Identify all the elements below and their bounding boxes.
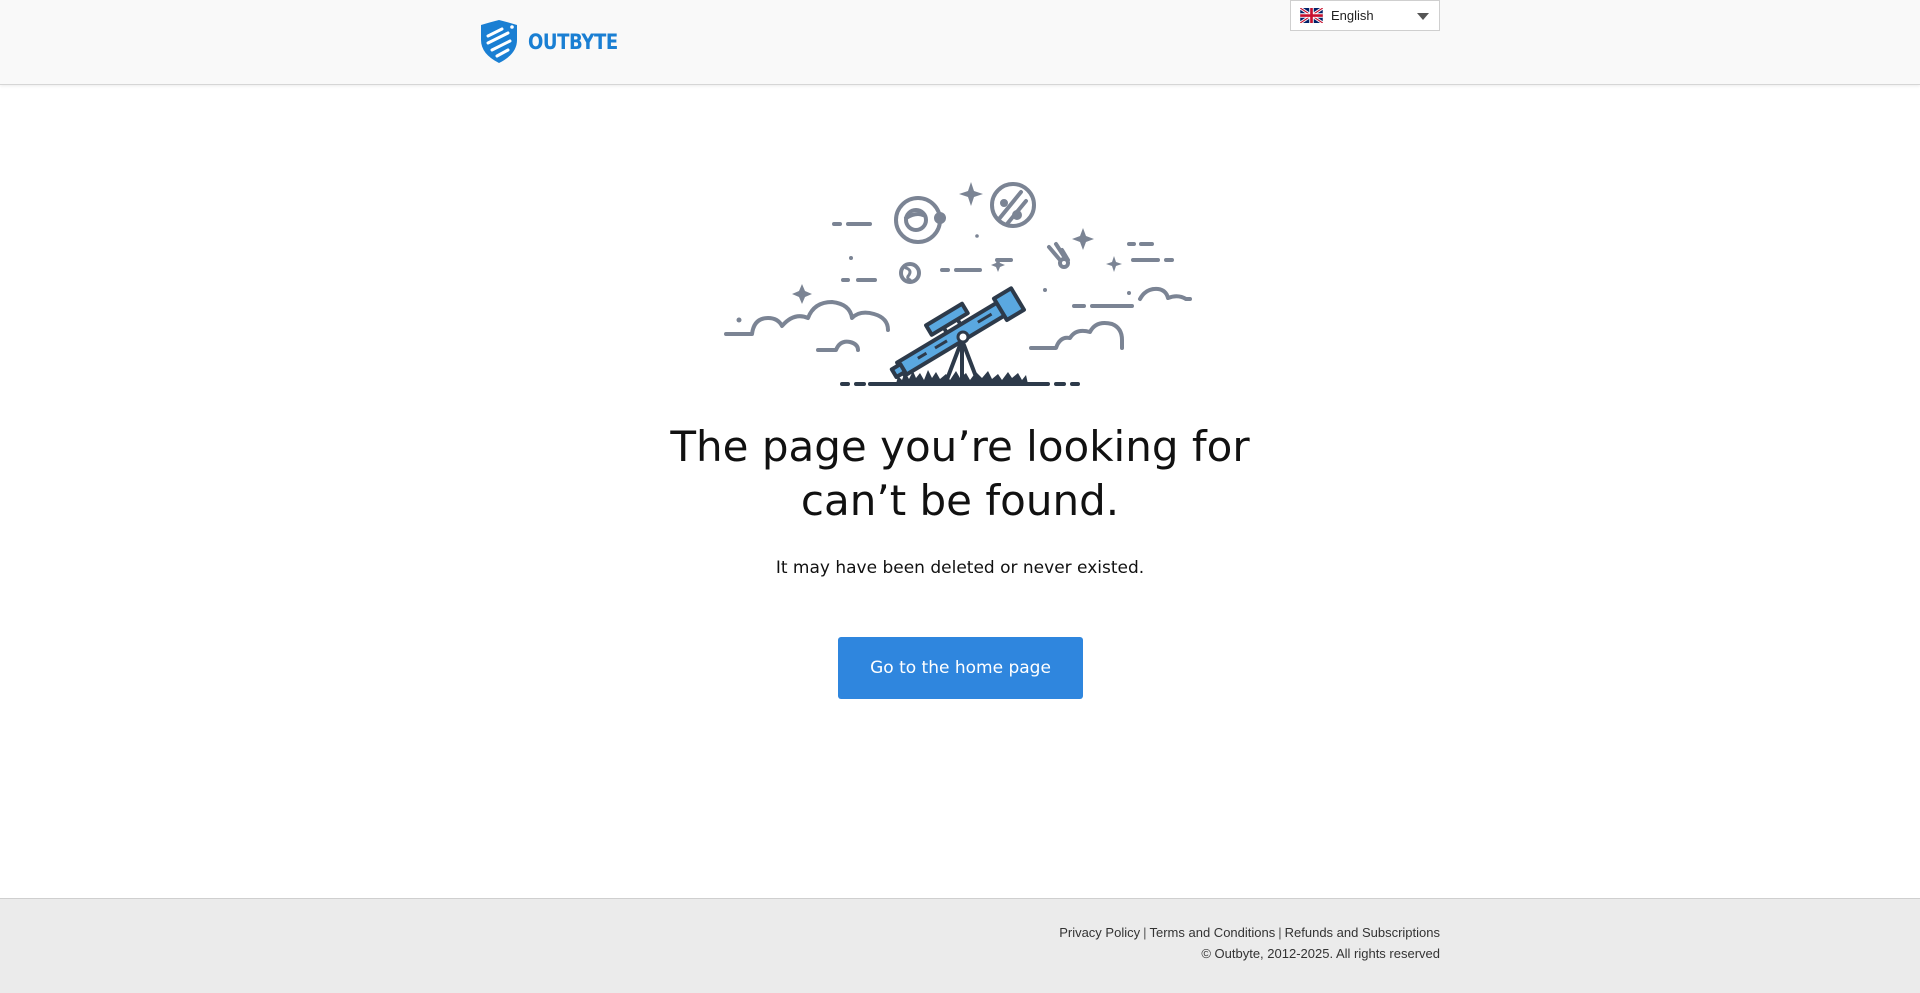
footer-links: Privacy Policy | Terms and Conditions | Refu… [1059,925,1440,940]
terms-link[interactable]: Terms and Conditions [1150,925,1276,940]
language-label: English [1331,8,1374,23]
page-title: The page you’re looking for can’t be fou… [560,420,1360,528]
logo-text: OUTBYTE [528,30,618,54]
outbyte-logo[interactable]: OUTBYTE [478,20,632,64]
footer-separator: | [1278,925,1282,940]
refunds-link[interactable]: Refunds and Subscriptions [1285,925,1440,940]
footer-separator: | [1143,925,1147,940]
telescope-space-illustration [724,182,1192,386]
title-line-1: The page you’re looking for [670,422,1250,471]
page-subtitle: It may have been deleted or never existe… [775,558,1145,578]
site-header: OUTBYTE English [0,0,1920,85]
language-selector[interactable]: English [1290,0,1440,31]
home-page-button[interactable]: Go to the home page [838,637,1083,699]
uk-flag-icon [1300,8,1323,23]
site-footer: Privacy Policy | Terms and Conditions | Refu… [0,898,1920,993]
title-line-2: can’t be found. [800,476,1120,525]
caret-down-icon [1417,13,1429,20]
copyright-text: © Outbyte, 2012-2025. All rights reserve… [1201,946,1440,961]
shield-logo-icon [481,20,517,63]
privacy-policy-link[interactable]: Privacy Policy [1059,925,1140,940]
